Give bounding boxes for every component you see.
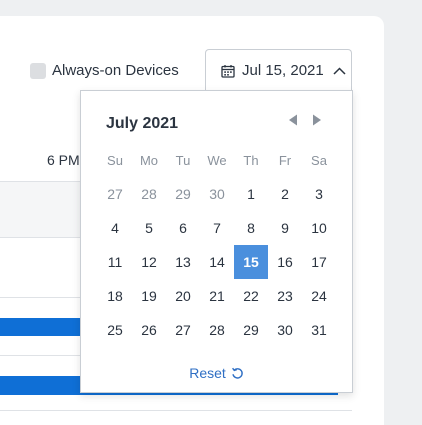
reset-label: Reset	[189, 365, 226, 381]
calendar-icon	[221, 64, 235, 78]
calendar-day[interactable]: 11	[98, 245, 132, 279]
calendar-day-selected[interactable]: 15	[234, 245, 268, 279]
timeline-divider	[0, 181, 80, 182]
always-on-label: Always-on Devices	[52, 62, 179, 79]
timeline-divider	[0, 237, 80, 238]
calendar-day[interactable]: 21	[200, 279, 234, 313]
weekday-label: Sa	[311, 153, 327, 168]
caret-right-icon	[313, 114, 321, 126]
calendar-day[interactable]: 29	[166, 177, 200, 211]
reset-icon	[231, 367, 243, 379]
device-activity-bar	[0, 393, 338, 395]
calendar-day[interactable]: 5	[132, 211, 166, 245]
calendar-day[interactable]: 19	[132, 279, 166, 313]
calendar-day[interactable]: 30	[268, 313, 302, 347]
calendar-day[interactable]: 28	[132, 177, 166, 211]
calendar-day[interactable]: 17	[302, 245, 336, 279]
calendar-day[interactable]: 29	[234, 313, 268, 347]
always-on-devices-filter[interactable]: Always-on Devices	[30, 62, 179, 79]
calendar-day[interactable]: 27	[166, 313, 200, 347]
timeline-row-background	[0, 181, 80, 237]
calendar-day[interactable]: 6	[166, 211, 200, 245]
date-picker-button[interactable]: Jul 15, 2021	[205, 49, 352, 91]
calendar-day[interactable]: 9	[268, 211, 302, 245]
calendar-day[interactable]: 28	[200, 313, 234, 347]
calendar-day[interactable]: 4	[98, 211, 132, 245]
weekday-label: Fr	[278, 153, 292, 168]
calendar-day[interactable]: 14	[200, 245, 234, 279]
calendar-day[interactable]: 22	[234, 279, 268, 313]
device-activity-bar	[0, 318, 80, 336]
always-on-checkbox[interactable]	[30, 62, 46, 79]
calendar-day[interactable]: 31	[302, 313, 336, 347]
weekday-header: Su Mo Tu We Th Fr Sa	[98, 153, 336, 168]
reset-button[interactable]: Reset	[81, 365, 352, 381]
device-activity-bar	[0, 376, 80, 394]
calendar-day[interactable]: 7	[200, 211, 234, 245]
calendar-day[interactable]: 27	[98, 177, 132, 211]
calendar-day[interactable]: 23	[268, 279, 302, 313]
timeline-divider	[0, 297, 80, 298]
timeline-divider	[0, 410, 352, 411]
weekday-label: Th	[243, 153, 259, 168]
chevron-up-icon	[333, 66, 346, 75]
day-grid: 27 28 29 30 1 2 3 4 5 6 7 8 9 10 11 12 13 14 15 16 17 18 19 20 2…	[98, 177, 336, 347]
calendar-day[interactable]: 25	[98, 313, 132, 347]
weekday-label: Tu	[175, 153, 191, 168]
selected-date-label: Jul 15, 2021	[242, 62, 324, 79]
calendar-day[interactable]: 12	[132, 245, 166, 279]
calendar-day[interactable]: 26	[132, 313, 166, 347]
calendar-dropdown: July 2021 Su Mo Tu We Th Fr Sa 27 28 29 30 1…	[80, 90, 353, 393]
calendar-day[interactable]: 20	[166, 279, 200, 313]
calendar-day[interactable]: 3	[302, 177, 336, 211]
calendar-day[interactable]: 24	[302, 279, 336, 313]
calendar-day[interactable]: 10	[302, 211, 336, 245]
timeline-hour-label: 6 PM	[47, 152, 80, 168]
calendar-day[interactable]: 1	[234, 177, 268, 211]
calendar-day[interactable]: 30	[200, 177, 234, 211]
caret-left-icon	[289, 114, 297, 126]
next-month-button[interactable]	[310, 113, 324, 127]
calendar-day[interactable]: 2	[268, 177, 302, 211]
calendar-day[interactable]: 13	[166, 245, 200, 279]
calendar-day[interactable]: 8	[234, 211, 268, 245]
weekday-label: Su	[107, 153, 123, 168]
month-title: July 2021	[106, 115, 179, 132]
calendar-day[interactable]: 18	[98, 279, 132, 313]
weekday-label: We	[207, 153, 227, 168]
weekday-label: Mo	[139, 153, 159, 168]
previous-month-button[interactable]	[286, 113, 300, 127]
calendar-day[interactable]: 16	[268, 245, 302, 279]
